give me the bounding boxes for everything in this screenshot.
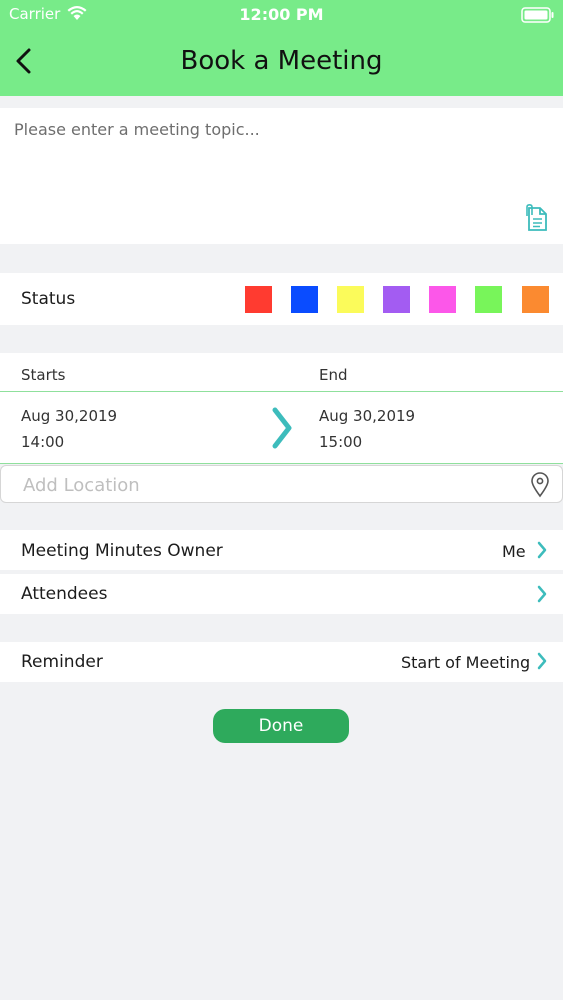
chevron-right-icon: [537, 585, 547, 603]
status-color-swatch[interactable]: [383, 286, 410, 313]
location-pin-icon[interactable]: [530, 472, 550, 498]
page-title: Book a Meeting: [180, 46, 383, 76]
topic-input[interactable]: [12, 118, 516, 202]
status-color-swatch[interactable]: [245, 286, 272, 313]
end-date[interactable]: Aug 30,2019: [319, 407, 415, 425]
status-bar: Carrier 12:00 PM: [0, 0, 563, 30]
start-time[interactable]: 14:00: [21, 433, 64, 451]
status-color-swatch[interactable]: [429, 286, 456, 313]
status-label: Status: [21, 289, 76, 309]
status-color-swatch[interactable]: [475, 286, 502, 313]
nav-header: Carrier 12:00 PM Book a Meeting: [0, 0, 563, 96]
chevron-right-icon: [537, 652, 547, 670]
status-time: 12:00 PM: [239, 5, 324, 24]
end-time[interactable]: 15:00: [319, 433, 362, 451]
reminder-value: Start of Meeting: [401, 653, 531, 672]
location-field: [0, 465, 563, 503]
status-color-swatch[interactable]: [291, 286, 318, 313]
chevron-right-icon: [537, 541, 547, 559]
reminder-label: Reminder: [21, 652, 103, 672]
attendees-label: Attendees: [21, 584, 108, 604]
topic-card: [0, 108, 563, 244]
minutes-owner-label: Meeting Minutes Owner: [21, 541, 223, 561]
end-label: End: [319, 366, 348, 384]
time-divider: [0, 391, 563, 392]
location-input[interactable]: [21, 472, 525, 498]
time-divider: [0, 463, 563, 464]
chevron-right-icon: [272, 407, 292, 449]
starts-label: Starts: [21, 366, 66, 384]
status-color-swatch[interactable]: [522, 286, 549, 313]
status-color-swatch[interactable]: [337, 286, 364, 313]
minutes-owner-value: Me: [502, 542, 526, 561]
done-button[interactable]: Done: [213, 709, 349, 743]
battery-icon: [521, 7, 554, 23]
start-date[interactable]: Aug 30,2019: [21, 407, 117, 425]
attach-document-icon[interactable]: [524, 204, 548, 232]
